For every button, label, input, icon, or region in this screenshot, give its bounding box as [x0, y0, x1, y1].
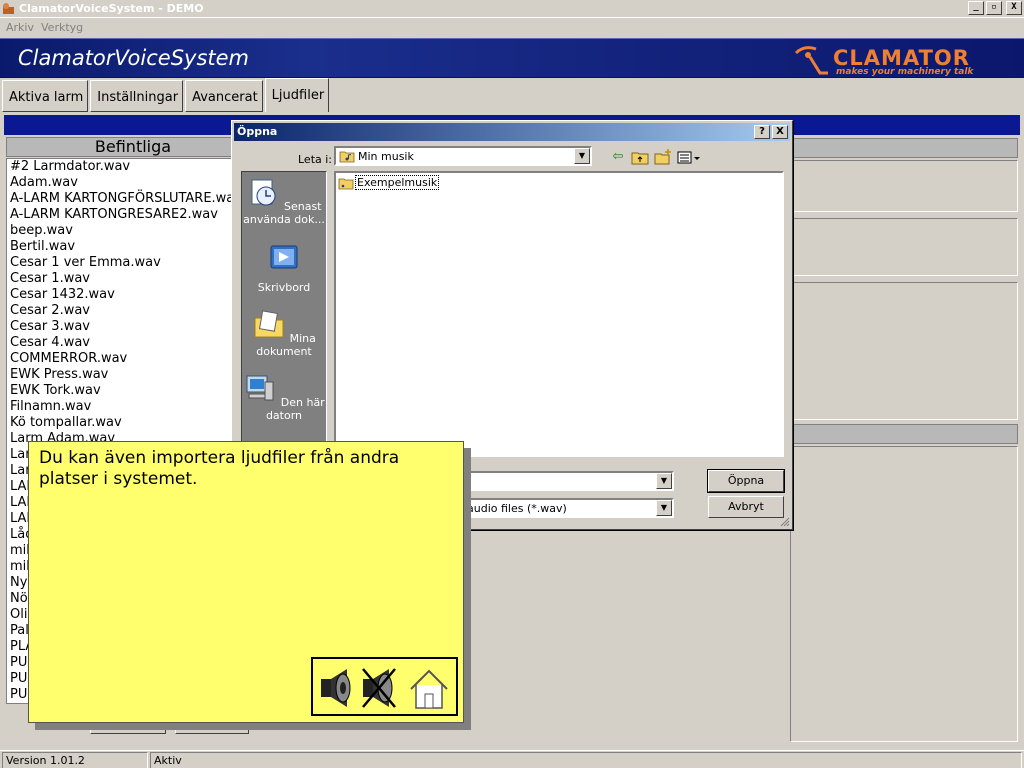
look-in-value: Min musik [358, 150, 414, 163]
file-list-item[interactable]: Kö tompallar.wav [7, 415, 259, 431]
brand-logo: CLAMATOR makes your machinery talk [790, 43, 1002, 77]
speaker-on-icon[interactable] [317, 665, 361, 711]
minimize-button[interactable]: _ [968, 1, 984, 15]
main-tabs: Aktiva larm Inställningar Avancerat Ljud… [0, 78, 330, 112]
look-in-combo[interactable]: Min musik ▼ [334, 146, 592, 166]
status-bar: Version 1.01.2 Aktiv [0, 750, 1024, 768]
app-name: ClamatorVoiceSystem [18, 46, 249, 70]
resize-grip-icon[interactable] [778, 515, 790, 527]
window-title: ClamatorVoiceSystem - DEMO [19, 2, 204, 15]
maximize-button[interactable]: ▫ [986, 1, 1002, 15]
right-panel-box [790, 160, 1018, 212]
new-folder-icon[interactable] [653, 148, 673, 166]
file-list-item[interactable]: EWK Tork.wav [7, 383, 259, 399]
filetype-value: audio files (*.wav) [467, 502, 567, 515]
tooltip-controls [311, 657, 458, 716]
tab-avancerat[interactable]: Avancerat [185, 80, 263, 112]
file-list-item[interactable]: beep.wav [7, 223, 259, 239]
right-panel-header [790, 138, 1018, 158]
open-button[interactable]: Öppna [707, 469, 785, 493]
dialog-close-button[interactable]: X [772, 125, 788, 139]
right-panel-header [790, 424, 1018, 444]
back-icon[interactable]: ⇦ [608, 148, 628, 166]
file-browser-area[interactable]: Exempelmusik [334, 171, 784, 457]
menu-bar: Arkiv Verktyg [0, 19, 1024, 37]
place-my-computer[interactable]: Den här datorn [242, 372, 326, 422]
file-list-item[interactable]: A-LARM KARTONGFÖRSLUTARE.wav [7, 191, 259, 207]
clamator-logo-icon [794, 46, 828, 75]
window-titlebar: ClamatorVoiceSystem - DEMO _ ▫ X [0, 0, 1024, 18]
folder-music-icon [339, 151, 355, 163]
help-tooltip: Du kan även importera ljudfiler från and… [28, 441, 464, 723]
up-folder-icon[interactable] [630, 148, 650, 166]
help-button[interactable]: ? [754, 125, 770, 139]
speaker-mute-icon[interactable] [359, 665, 403, 711]
right-panel-box [790, 446, 1018, 742]
tab-aktiva-larm[interactable]: Aktiva larm [2, 80, 89, 112]
desktop-icon [270, 245, 298, 269]
folder-item-label: Exempelmusik [355, 175, 440, 190]
brand-tagline: makes your machinery talk [836, 67, 974, 77]
chevron-down-icon[interactable]: ▼ [656, 473, 672, 489]
file-list-item[interactable]: #2 Larmdator.wav [7, 159, 259, 175]
recent-documents-icon [251, 179, 276, 206]
file-list-item[interactable]: Cesar 1 ver Emma.wav [7, 255, 259, 271]
dialog-titlebar: Öppna ? X [234, 123, 790, 141]
file-list-item[interactable]: Adam.wav [7, 175, 259, 191]
right-panel-box [790, 218, 1018, 276]
app-icon [3, 3, 14, 14]
place-desktop-label: Skrivbord [257, 281, 311, 294]
version-label: Version 1.01.2 [2, 752, 148, 768]
chevron-down-icon[interactable]: ▼ [656, 500, 672, 516]
chevron-down-icon[interactable]: ▼ [574, 148, 590, 164]
close-button[interactable]: X [1006, 1, 1022, 15]
file-list-item[interactable]: Cesar 4.wav [7, 335, 259, 351]
file-list-item[interactable]: EWK Press.wav [7, 367, 259, 383]
folder-music-icon [338, 178, 354, 189]
status-label: Aktiv [150, 752, 1022, 768]
dialog-title: Öppna [237, 125, 278, 138]
cancel-button[interactable]: Avbryt [708, 496, 784, 518]
my-documents-icon [254, 310, 284, 338]
file-list-item[interactable]: Cesar 1432.wav [7, 287, 259, 303]
help-tooltip-text: Du kan även importera ljudfiler från and… [39, 448, 400, 489]
tab-ljudfiler[interactable]: Ljudfiler [264, 78, 330, 112]
file-list-item[interactable]: Cesar 2.wav [7, 303, 259, 319]
place-desktop[interactable]: Skrivbord [242, 244, 326, 294]
folder-item[interactable]: Exempelmusik [338, 175, 440, 190]
file-list-item[interactable]: COMMERROR.wav [7, 351, 259, 367]
places-bar: Senast använda dok... Skrivbord Mina dok… [241, 171, 327, 461]
file-list-item[interactable]: Filnamn.wav [7, 399, 259, 415]
place-my-documents[interactable]: Mina dokument [242, 308, 326, 358]
menu-verktyg[interactable]: Verktyg [41, 21, 83, 34]
look-in-label: Leta i: [298, 153, 333, 166]
existing-files-header: Befintliga [6, 137, 260, 157]
place-recent[interactable]: Senast använda dok... [242, 176, 326, 226]
file-list-item[interactable]: A-LARM KARTONGRESARE2.wav [7, 207, 259, 223]
filetype-select[interactable]: audio files (*.wav) ▼ [452, 498, 674, 518]
filename-input[interactable]: ▼ [452, 471, 674, 491]
my-computer-icon [246, 375, 274, 401]
tab-installningar[interactable]: Inställningar [90, 80, 184, 112]
app-banner: ClamatorVoiceSystem CLAMATOR makes your … [0, 38, 1024, 78]
view-menu-icon[interactable] [676, 148, 702, 166]
home-icon[interactable] [407, 665, 451, 711]
menu-arkiv[interactable]: Arkiv [6, 21, 34, 34]
right-panel-box [790, 282, 1018, 420]
file-list-item[interactable]: Cesar 1.wav [7, 271, 259, 287]
file-list-item[interactable]: Cesar 3.wav [7, 319, 259, 335]
file-list-item[interactable]: Bertil.wav [7, 239, 259, 255]
